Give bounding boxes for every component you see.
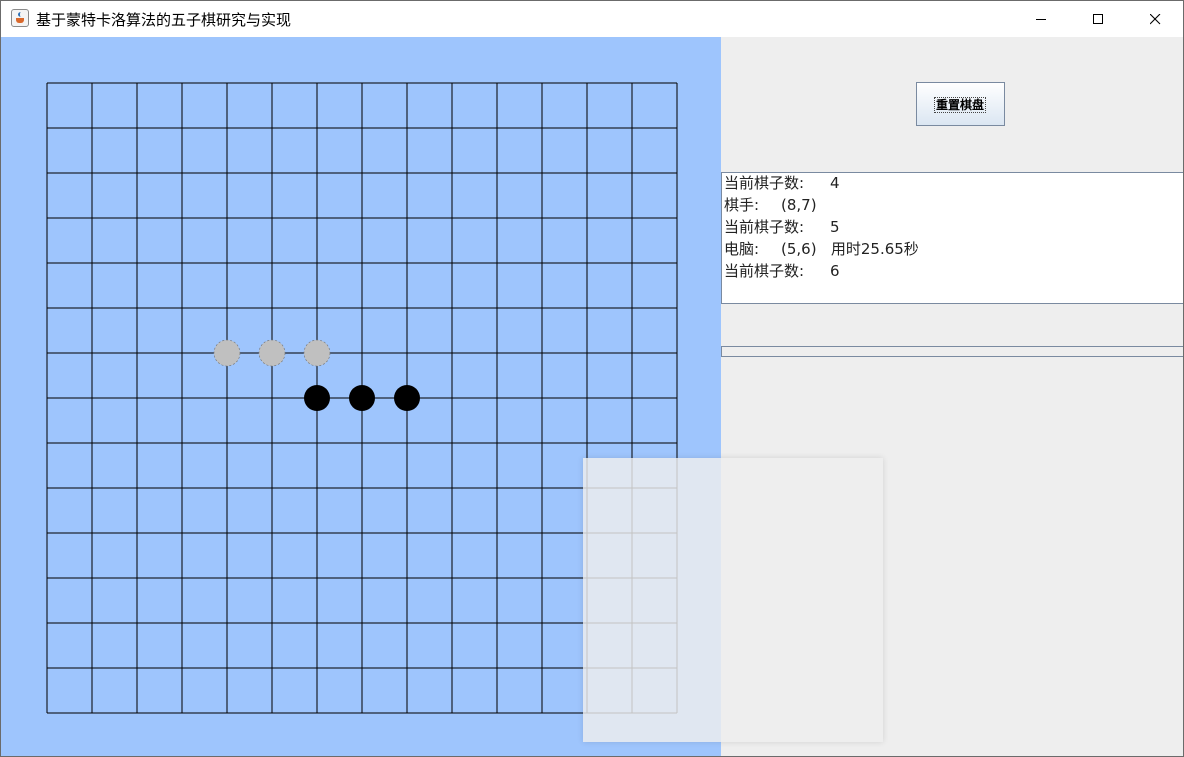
white-stone bbox=[213, 339, 241, 367]
reset-board-label: 重置棋盘 bbox=[934, 97, 987, 113]
log-line: 当前棋子数: 5 bbox=[724, 217, 840, 237]
log-value: 5 bbox=[830, 218, 840, 236]
log-value: 6 bbox=[830, 262, 840, 280]
log-label: 当前棋子数: bbox=[724, 262, 805, 280]
title-bar[interactable]: 基于蒙特卡洛算法的五子棋研究与实现 bbox=[1, 1, 1183, 37]
log-value: 4 bbox=[830, 174, 840, 192]
log-line: 当前棋子数: 6 bbox=[724, 261, 840, 281]
progress-bar bbox=[721, 346, 1183, 357]
log-label: 当前棋子数: bbox=[724, 218, 805, 236]
white-stone bbox=[303, 339, 331, 367]
maximize-button[interactable] bbox=[1075, 1, 1121, 37]
minimize-button[interactable] bbox=[1018, 1, 1064, 37]
black-stone bbox=[349, 385, 375, 411]
reset-board-button[interactable]: 重置棋盘 bbox=[916, 82, 1005, 126]
log-label: 棋手: bbox=[724, 196, 760, 214]
maximize-icon bbox=[1093, 14, 1103, 24]
log-line: 当前棋子数: 4 bbox=[724, 173, 840, 193]
black-stone bbox=[394, 385, 420, 411]
black-stone bbox=[304, 385, 330, 411]
log-line: 电脑: (5,6) 用时25.65秒 bbox=[724, 239, 919, 259]
log-line: 棋手: (8,7) bbox=[724, 195, 817, 215]
log-label: 电脑: bbox=[724, 240, 760, 258]
game-log[interactable]: 当前棋子数: 4 棋手: (8,7) 当前棋子数: 5 电脑: (5,6) 用时25.6… bbox=[721, 172, 1183, 304]
log-label: 当前棋子数: bbox=[724, 174, 805, 192]
java-cup-icon bbox=[11, 9, 29, 27]
close-button[interactable] bbox=[1132, 1, 1178, 37]
close-icon bbox=[1150, 14, 1161, 25]
minimize-icon bbox=[1036, 19, 1046, 20]
ghost-window-overlay bbox=[583, 458, 883, 742]
white-stone bbox=[258, 339, 286, 367]
log-value: (5,6) 用时25.65秒 bbox=[781, 240, 919, 258]
window-title: 基于蒙特卡洛算法的五子棋研究与实现 bbox=[36, 11, 292, 29]
app-window: 基于蒙特卡洛算法的五子棋研究与实现 重置棋盘 当前棋子数: 4 棋手: (8,7) … bbox=[0, 0, 1184, 757]
log-value: (8,7) bbox=[781, 196, 817, 214]
